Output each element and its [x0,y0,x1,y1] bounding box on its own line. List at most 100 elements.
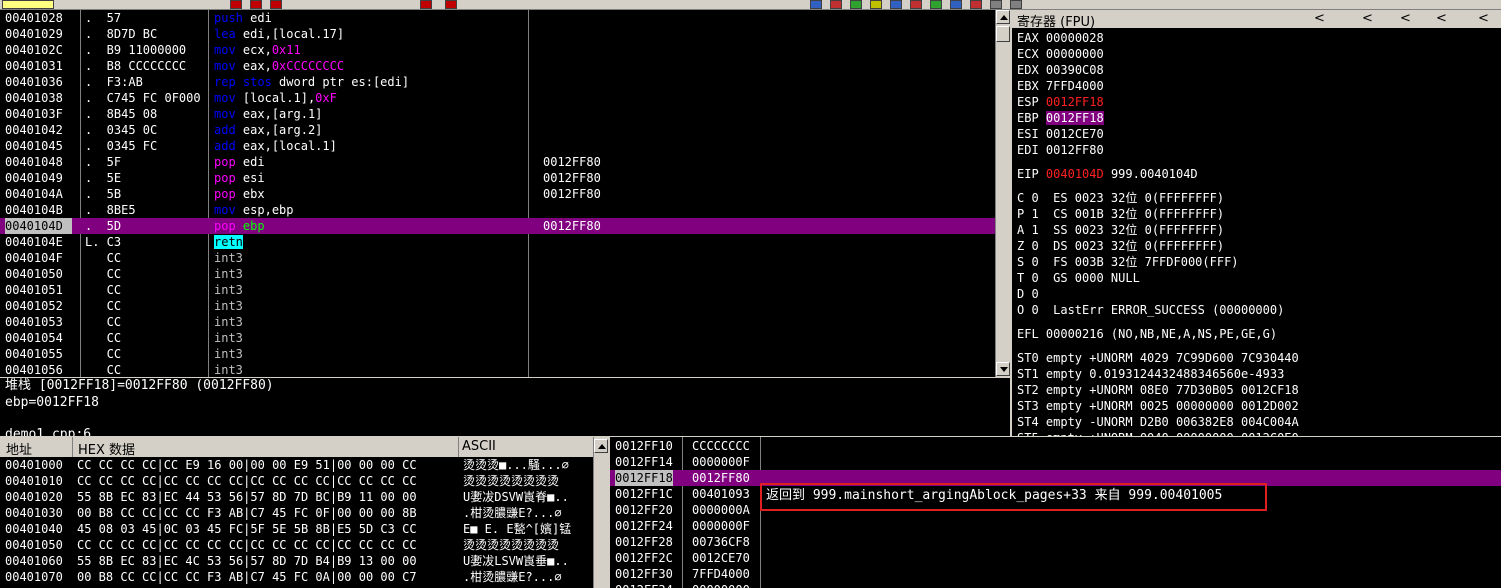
disasm-row[interactable]: 0040104F CC int3 [0,250,995,266]
dump-address[interactable]: 00401040 [5,521,63,537]
toolbar-button-icon[interactable] [970,0,982,9]
register-esp[interactable]: ESP 0012FF18 [1017,94,1104,110]
disasm-address[interactable]: 00401052 [5,298,72,314]
stack-row[interactable]: 0012FF14 0000000F [610,454,1501,470]
toolbar-button-icon[interactable] [830,0,842,9]
disasm-instruction[interactable]: add eax,[arg.2] [214,122,528,138]
registers-arrow-button[interactable]: < [1314,11,1325,26]
disasm-address[interactable]: 00401028 [5,10,72,26]
stack-row[interactable]: 0012FF30 7FFD4000 [610,566,1501,582]
disasm-instruction[interactable]: retn [214,234,528,250]
stack-address[interactable]: 0012FF24 [615,518,673,534]
disasm-instruction[interactable]: mov esp,ebp [214,202,528,218]
stack-value[interactable]: CCCCCCCC [692,438,750,454]
disasm-address[interactable]: 00401038 [5,90,72,106]
dump-hex[interactable]: 55 8B EC 83|EC 44 53 56|57 8D 7D BC|B9 1… [77,489,417,505]
stack-row[interactable]: 0012FF34 00000000 [610,582,1501,588]
disasm-address[interactable]: 0040104F [5,250,72,266]
disasm-address[interactable]: 00401056 [5,362,72,377]
stack-address[interactable]: 0012FF1C [615,486,673,502]
dump-address[interactable]: 00401070 [5,569,63,585]
disasm-row[interactable]: 00401052 CC int3 [0,298,995,314]
toolbar-button-icon[interactable] [990,0,1002,9]
toolbar-button-icon[interactable] [2,0,54,9]
disasm-row[interactable]: 00401038 . C745 FC 0F000 mov [local.1],0xF [0,90,995,106]
disasm-instruction[interactable]: int3 [214,282,528,298]
stack-address[interactable]: 0012FF14 [615,454,673,470]
disasm-row[interactable]: 0040104B . 8BE5 mov esp,ebp [0,202,995,218]
disasm-row[interactable]: 00401056 CC int3 [0,362,995,377]
stack-address[interactable]: 0012FF18 [615,470,673,486]
register-eax[interactable]: EAX 00000028 [1017,30,1104,46]
registers-pane[interactable]: 寄存器 (FPU) < < < < < EAX 00000028 ECX 0000… [1012,10,1501,436]
stack-value[interactable]: 00401093 [692,486,750,502]
stack-value[interactable]: 0000000F [692,518,750,534]
stack-pane[interactable]: 0012FF10 CCCCCCCC 0012FF14 0000000F 0012FF18… [610,437,1501,588]
toolbar-button-icon[interactable] [270,0,282,9]
fpu-register-row[interactable]: ST4 empty -UNORM D2B0 006382E8 004C004A [1017,414,1299,430]
flag-row[interactable]: D 0 [1017,286,1039,302]
disasm-instruction[interactable]: pop ebx [214,186,528,202]
toolbar-button-icon[interactable] [910,0,922,9]
stack-row[interactable]: 0012FF28 00736CF8 [610,534,1501,550]
disasm-instruction[interactable]: pop esi [214,170,528,186]
dump-hex[interactable]: CC CC CC CC|CC CC CC CC|CC CC CC CC|CC C… [77,473,417,489]
flag-row[interactable]: A 1 SS 0023 32位 0(FFFFFFFF) [1017,222,1224,238]
disasm-address[interactable]: 00401051 [5,282,72,298]
disasm-address[interactable]: 00401045 [5,138,72,154]
stack-address[interactable]: 0012FF34 [615,582,673,588]
fpu-register-row[interactable]: ST1 empty 0.0193124432488346560e-4933 [1017,366,1284,382]
disasm-instruction[interactable]: mov [local.1],0xF [214,90,528,106]
stack-value[interactable]: 7FFD4000 [692,566,750,582]
stack-address[interactable]: 0012FF20 [615,502,673,518]
memory-dump-pane[interactable]: 00401000 CC CC CC CC|CC E9 16 00|00 00 E9… [0,457,593,588]
flag-row[interactable]: C 0 ES 0023 32位 0(FFFFFFFF) [1017,190,1224,206]
dump-hex[interactable]: CC CC CC CC|CC CC CC CC|CC CC CC CC|CC C… [77,537,417,553]
disasm-address[interactable]: 0040104B [5,202,72,218]
disasm-instruction[interactable]: int3 [214,362,528,377]
registers-arrow-button[interactable]: < [1400,11,1411,26]
stack-value[interactable]: 0000000F [692,454,750,470]
disasm-address[interactable]: 0040103F [5,106,72,122]
dump-hex[interactable]: 00 B8 CC CC|CC CC F3 AB|C7 45 FC 0A|00 0… [77,569,417,585]
toolbar-button-icon[interactable] [230,0,242,9]
stack-address[interactable]: 0012FF30 [615,566,673,582]
flag-row[interactable]: Z 0 DS 0023 32位 0(FFFFFFFF) [1017,238,1224,254]
disasm-instruction[interactable]: push edi [214,10,528,26]
stack-value[interactable]: 0000000A [692,502,750,518]
disasm-instruction[interactable]: int3 [214,314,528,330]
dump-ascii[interactable]: E■ E. E甃^[嬪]锰 [463,521,571,537]
register-edx[interactable]: EDX 00390C08 [1017,62,1104,78]
disasm-row[interactable]: 00401050 CC int3 [0,266,995,282]
dump-ascii[interactable]: 烫烫烫烫烫烫烫烫 [463,537,559,553]
register-esi[interactable]: ESI 0012CE70 [1017,126,1104,142]
efl-register[interactable]: EFL 00000216 (NO,NB,NE,A,NS,PE,GE,G) [1017,326,1277,342]
dump-ascii[interactable]: 烫烫烫■...騒...∅ [463,457,569,473]
disasm-row[interactable]: 00401051 CC int3 [0,282,995,298]
dump-ascii[interactable]: .柑烫膿豏E?...∅ [463,569,562,585]
dump-address[interactable]: 00401050 [5,537,63,553]
disasm-address[interactable]: 00401054 [5,330,72,346]
disasm-row[interactable]: 00401045 . 0345 FC add eax,[local.1] [0,138,995,154]
disasm-row[interactable]: 00401029 . 8D7D BC lea edi,[local.17] [0,26,995,42]
dump-scrollbar[interactable] [593,437,609,588]
disasm-address[interactable]: 0040102C [5,42,72,58]
disasm-row[interactable]: 0040104E L. C3 retn [0,234,995,250]
disasm-address[interactable]: 00401031 [5,58,72,74]
disasm-address[interactable]: 00401042 [5,122,72,138]
disasm-instruction[interactable]: mov eax,0xCCCCCCCC [214,58,528,74]
dump-hex[interactable]: 45 08 03 45|0C 03 45 FC|5F 5E 5B 8B|E5 5… [77,521,417,537]
register-edi[interactable]: EDI 0012FF80 [1017,142,1104,158]
disassembly-pane[interactable]: 00401028 . 57 push edi 00401029 . 8D7D BC lea… [0,10,995,377]
disassembly-scrollbar[interactable] [995,10,1011,377]
dump-address[interactable]: 00401020 [5,489,63,505]
disasm-row[interactable]: 00401048 . 5F pop edi 0012FF80 [0,154,995,170]
disasm-address[interactable]: 0040104A [5,186,72,202]
stack-address[interactable]: 0012FF2C [615,550,673,566]
dump-hex[interactable]: 55 8B EC 83|EC 4C 53 56|57 8D 7D B4|B9 1… [77,553,417,569]
disasm-instruction[interactable]: mov eax,[arg.1] [214,106,528,122]
disasm-address[interactable]: 0040104E [5,234,72,250]
disasm-instruction[interactable]: int3 [214,250,528,266]
stack-row[interactable]: 0012FF10 CCCCCCCC [610,438,1501,454]
scroll-thumb[interactable] [996,26,1010,42]
